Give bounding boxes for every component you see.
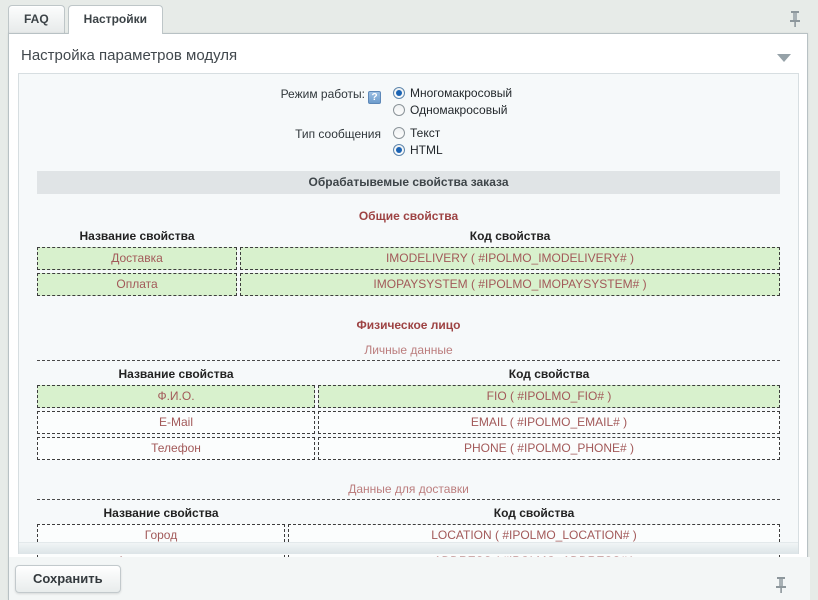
table-row: E-Mail EMAIL ( #IPOLMO_EMAIL# ): [37, 411, 780, 434]
radio-icon[interactable]: [393, 127, 405, 139]
settings-panel: Настройка параметров модуля Режим работы…: [8, 33, 808, 600]
property-code-cell[interactable]: PHONE ( #IPOLMO_PHONE# ): [318, 437, 780, 460]
chevron-down-icon[interactable]: [777, 54, 791, 62]
column-header-code: Код свойства: [240, 227, 780, 245]
help-icon[interactable]: ?: [368, 91, 381, 104]
divider: [37, 499, 780, 500]
tab-settings[interactable]: Настройки: [68, 5, 163, 34]
work-mode-label: Режим работы:: [281, 87, 365, 101]
panel-title-row: Настройка параметров модуля: [9, 34, 807, 73]
group-subtitle: Личные данные: [19, 343, 798, 357]
field-message-type: Тип сообщения Текст HTML: [19, 126, 798, 157]
tabs-bar: FAQ Настройки: [0, 0, 818, 33]
column-header-name: Название свойства: [37, 504, 285, 522]
table-header-row: Название свойства Код свойства: [37, 504, 780, 522]
property-code-cell[interactable]: FIO ( #IPOLMO_FIO# ): [318, 385, 780, 408]
property-name-cell[interactable]: Оплата: [37, 273, 237, 296]
radio-group-message-type: Текст HTML: [387, 126, 443, 157]
radio-label: Текст: [410, 126, 440, 140]
table-row: Ф.И.О. FIO ( #IPOLMO_FIO# ): [37, 385, 780, 408]
save-button[interactable]: Сохранить: [15, 565, 121, 593]
button-row: Сохранить: [9, 557, 810, 600]
radio-text[interactable]: Текст: [393, 126, 443, 140]
radio-html[interactable]: HTML: [393, 143, 443, 157]
settings-form: Режим работы:? Многомакросовый Одномакро…: [18, 73, 799, 554]
property-code-cell[interactable]: IMODELIVERY ( #IPOLMO_IMODELIVERY# ): [240, 247, 780, 270]
tab-faq[interactable]: FAQ: [8, 5, 65, 33]
property-code-cell[interactable]: IMOPAYSYSTEM ( #IPOLMO_IMOPAYSYSTEM# ): [240, 273, 780, 296]
property-name-cell[interactable]: Ф.И.О.: [37, 385, 315, 408]
group-common-properties: Общие свойства Название свойства Код сво…: [19, 209, 798, 296]
property-name-cell[interactable]: Телефон: [37, 437, 315, 460]
property-name-cell[interactable]: E-Mail: [37, 411, 315, 434]
radio-group-work-mode: Многомакросовый Одномакросовый: [387, 86, 512, 117]
radio-icon[interactable]: [393, 104, 405, 116]
group-title: Общие свойства: [19, 209, 798, 223]
property-code-cell[interactable]: EMAIL ( #IPOLMO_EMAIL# ): [318, 411, 780, 434]
group-individual: Физическое лицо Личные данные Название с…: [19, 318, 798, 460]
table-row: Оплата IMOPAYSYSTEM ( #IPOLMO_IMOPAYSYST…: [37, 273, 780, 296]
table-header-row: Название свойства Код свойства: [37, 227, 780, 245]
form-footer-strip: [19, 542, 798, 554]
message-type-label: Тип сообщения: [295, 127, 381, 141]
radio-label: Многомакросовый: [410, 86, 512, 100]
field-label: Режим работы:?: [19, 86, 387, 117]
table-row: Доставка IMODELIVERY ( #IPOLMO_IMODELIVE…: [37, 247, 780, 270]
properties-table: Название свойства Код свойства Ф.И.О. FI…: [37, 365, 780, 460]
table-row: Телефон PHONE ( #IPOLMO_PHONE# ): [37, 437, 780, 460]
radio-icon[interactable]: [393, 144, 405, 156]
radio-label: Одномакросовый: [410, 103, 507, 117]
column-header-code: Код свойства: [288, 504, 780, 522]
column-header-name: Название свойства: [37, 227, 237, 245]
page-title: Настройка параметров модуля: [21, 47, 789, 64]
column-header-name: Название свойства: [37, 365, 315, 383]
field-work-mode: Режим работы:? Многомакросовый Одномакро…: [19, 86, 798, 117]
column-header-code: Код свойства: [318, 365, 780, 383]
radio-multimacro[interactable]: Многомакросовый: [393, 86, 512, 100]
field-label: Тип сообщения: [19, 126, 387, 157]
divider: [37, 360, 780, 361]
properties-table: Название свойства Код свойства Доставка …: [37, 227, 780, 296]
group-title: Физическое лицо: [19, 318, 798, 332]
pin-icon[interactable]: [788, 10, 802, 28]
table-header-row: Название свойства Код свойства: [37, 365, 780, 383]
radio-icon[interactable]: [393, 87, 405, 99]
section-header-order-properties: Обрабатывемые свойства заказа: [37, 171, 780, 194]
radio-label: HTML: [410, 143, 443, 157]
group-subtitle: Данные для доставки: [19, 482, 798, 496]
pin-icon[interactable]: [774, 576, 788, 594]
radio-singlemacro[interactable]: Одномакросовый: [393, 103, 512, 117]
property-name-cell[interactable]: Доставка: [37, 247, 237, 270]
